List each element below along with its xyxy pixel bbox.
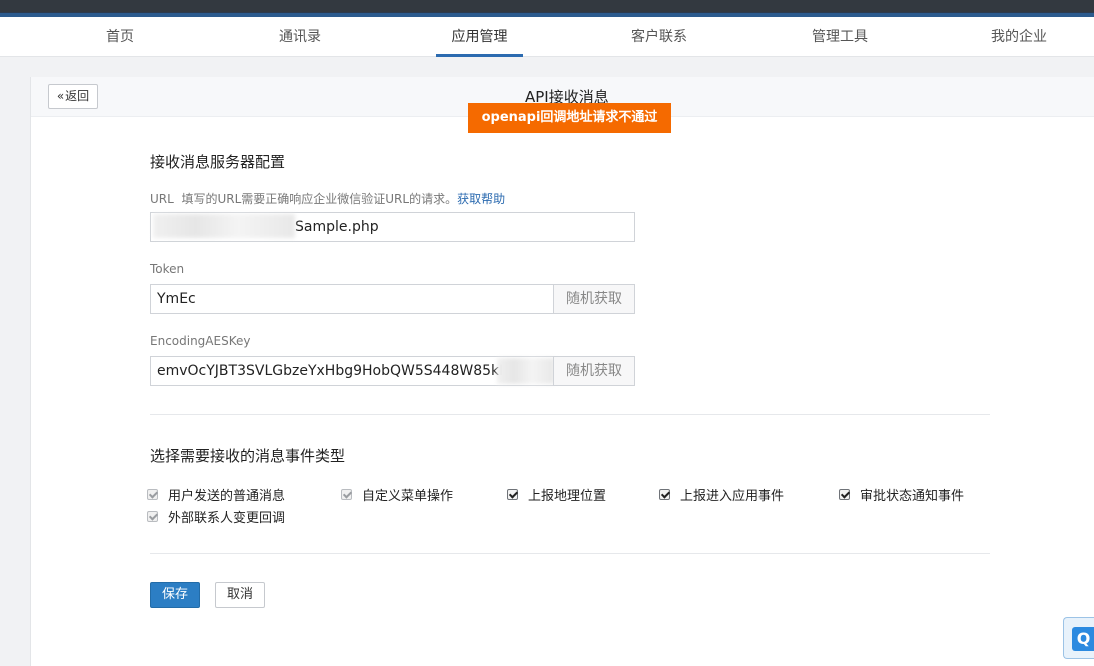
help-link[interactable]: 获取帮助 (457, 192, 505, 206)
aes-key-random-button[interactable]: 随机获取 (553, 356, 635, 386)
back-button[interactable]: «返回 (48, 84, 98, 109)
event-checkbox-report-location[interactable]: 上报地理位置 (507, 485, 606, 504)
section-divider (150, 553, 990, 554)
event-label: 用户发送的普通消息 (168, 489, 286, 504)
url-hint: 填写的URL需要正确响应企业微信验证URL的请求。 (181, 192, 458, 206)
q-icon: Q (1072, 627, 1094, 651)
nav-item-app-management[interactable]: 应用管理 (436, 17, 523, 57)
nav-item-customer-contact[interactable]: 客户联系 (625, 17, 693, 57)
url-value: Sample.php (295, 219, 379, 235)
top-bar (0, 0, 1094, 17)
url-label-row: URL 填写的URL需要正确响应企业微信验证URL的请求。获取帮助 (150, 190, 505, 207)
nav-item-management-tools[interactable]: 管理工具 (806, 17, 874, 57)
save-button[interactable]: 保存 (150, 582, 200, 608)
event-label: 自定义菜单操作 (362, 489, 454, 504)
token-label: Token (150, 262, 185, 276)
aes-key-input[interactable]: emvOcYJBT3SVLGbzeYxHbg9HobQW5S448W85kRD (150, 356, 555, 386)
event-checkbox-external-contact[interactable]: 外部联系人变更回调 (147, 507, 285, 526)
server-config-section-title: 接收消息服务器配置 (150, 153, 286, 171)
error-toast: openapi回调地址请求不通过 (468, 103, 671, 133)
cancel-button[interactable]: 取消 (215, 582, 265, 608)
section-divider (150, 414, 990, 415)
redacted-url-blur (153, 214, 295, 238)
checkbox-check-icon (147, 511, 158, 522)
checkbox-check-icon (147, 489, 158, 500)
nav-item-home[interactable]: 首页 (98, 17, 142, 57)
event-checkbox-custom-menu[interactable]: 自定义菜单操作 (341, 485, 453, 504)
back-button-label: 返回 (65, 89, 90, 103)
event-checkbox-approval-status[interactable]: 审批状态通知事件 (839, 485, 964, 504)
double-chevron-left-icon: « (56, 89, 65, 103)
checkbox-check-icon (659, 489, 670, 500)
event-label: 上报地理位置 (528, 489, 607, 504)
event-label: 审批状态通知事件 (860, 489, 965, 504)
event-label: 上报进入应用事件 (680, 489, 785, 504)
checkbox-check-icon (507, 489, 518, 500)
redacted-aes-blur (497, 358, 555, 384)
checkbox-check-icon (341, 489, 352, 500)
token-value: YmEc (157, 291, 196, 307)
nav-item-my-enterprise[interactable]: 我的企业 (985, 17, 1053, 57)
event-label: 外部联系人变更回调 (168, 511, 286, 526)
aes-key-label: EncodingAESKey (150, 334, 251, 348)
floating-help-widget[interactable]: Q (1063, 617, 1094, 659)
url-label: URL (150, 192, 174, 206)
nav-item-contacts[interactable]: 通讯录 (275, 17, 325, 57)
event-types-section-title: 选择需要接收的消息事件类型 (150, 447, 346, 465)
checkbox-check-icon (839, 489, 850, 500)
aes-key-value: emvOcYJBT3SVLGbzeYxHbg9HobQW5S448W85kRD (157, 363, 520, 379)
main-nav: 首页 通讯录 应用管理 客户联系 管理工具 我的企业 (0, 17, 1094, 57)
event-checkbox-enter-app[interactable]: 上报进入应用事件 (659, 485, 784, 504)
event-checkbox-normal-message[interactable]: 用户发送的普通消息 (147, 485, 285, 504)
token-input[interactable]: YmEc (150, 284, 555, 314)
token-random-button[interactable]: 随机获取 (553, 284, 635, 314)
